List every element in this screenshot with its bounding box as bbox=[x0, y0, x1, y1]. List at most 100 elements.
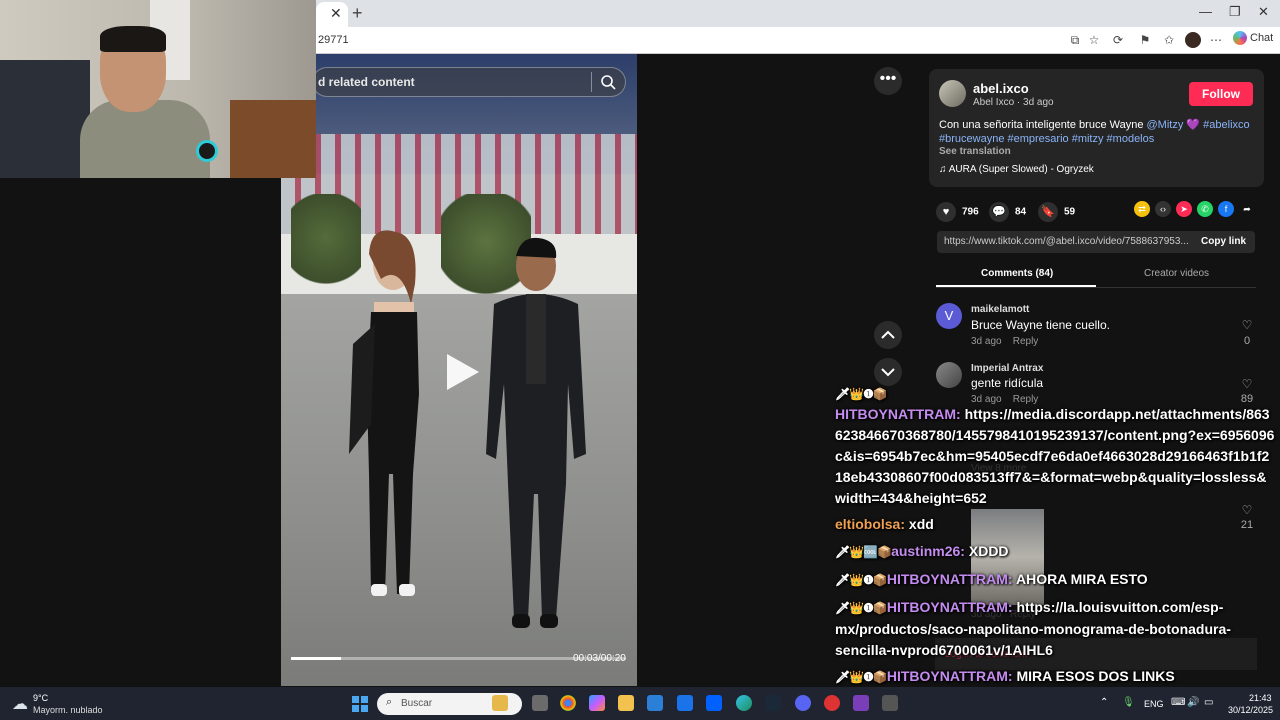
new-tab-icon[interactable]: + bbox=[352, 3, 363, 24]
copilot-app-icon[interactable] bbox=[589, 695, 605, 711]
clock-time[interactable]: 21:43 bbox=[1249, 693, 1272, 703]
video-player[interactable]: 00:03/00:20 bbox=[281, 54, 637, 686]
comment-text: Bruce Wayne tiene cuello. bbox=[971, 318, 1110, 332]
author-avatar[interactable] bbox=[939, 80, 966, 107]
dropbox-icon[interactable] bbox=[706, 695, 722, 711]
facebook-icon[interactable]: f bbox=[1218, 201, 1234, 217]
favorites-icon[interactable]: ✩ bbox=[1161, 32, 1177, 48]
webcam-desk bbox=[230, 100, 316, 178]
mail-icon[interactable] bbox=[677, 695, 693, 711]
volume-icon[interactable]: 🔊 bbox=[1187, 697, 1199, 708]
search-icon[interactable] bbox=[600, 74, 616, 90]
comment-like-icon[interactable]: ♡ bbox=[1237, 318, 1257, 332]
clock-date[interactable]: 30/12/2025 bbox=[1228, 705, 1273, 715]
extensions-icon[interactable]: ⟳ bbox=[1110, 32, 1126, 48]
store-icon[interactable] bbox=[647, 695, 663, 711]
weather-description[interactable]: Mayorm. nublado bbox=[33, 705, 103, 715]
copilot-chat-button[interactable]: Chat bbox=[1233, 31, 1275, 49]
battery-icon[interactable]: ▭ bbox=[1204, 697, 1213, 708]
discord-icon[interactable] bbox=[795, 695, 811, 711]
caption-hashtag[interactable]: #mitzy bbox=[1072, 133, 1104, 145]
chat-text: XDDD bbox=[968, 543, 1009, 559]
comment-like-count: 0 bbox=[1243, 335, 1251, 347]
chat-message: 🗡👑❶📦 bbox=[835, 383, 1275, 405]
comment-avatar[interactable]: V bbox=[936, 303, 962, 329]
comment-icon: 💬 bbox=[989, 202, 1009, 222]
close-window-icon[interactable]: ✕ bbox=[1258, 4, 1269, 20]
profile-avatar[interactable] bbox=[1185, 32, 1201, 48]
weather-temperature[interactable]: 9°C bbox=[33, 693, 48, 703]
tab-comments[interactable]: Comments (84) bbox=[981, 268, 1053, 279]
chat-badges: 🗡👑❶📦 bbox=[835, 670, 888, 684]
chat-badges: 🗡👑❶📦 bbox=[835, 601, 888, 615]
file-explorer-icon[interactable] bbox=[618, 695, 634, 711]
like-button[interactable]: ♥ 796 bbox=[936, 202, 979, 222]
chat-username: eltiobolsa: bbox=[835, 516, 906, 532]
taskbar bbox=[0, 687, 1280, 720]
video-link-url[interactable]: https://www.tiktok.com/@abel.ixco/video/… bbox=[944, 236, 1192, 247]
chat-message: 🗡👑❶📦HITBOYNATTRAM: AHORA MIRA ESTO bbox=[835, 569, 1275, 591]
copy-link-button[interactable]: Copy link bbox=[1201, 236, 1246, 247]
comment-button[interactable]: 💬 84 bbox=[989, 202, 1026, 222]
search-divider bbox=[591, 72, 592, 92]
save-button[interactable]: 🔖 59 bbox=[1038, 202, 1075, 222]
chat-message: 🗡👑🆒📦austinm26: XDDD bbox=[835, 541, 1275, 563]
chat-message: 🗡👑❶📦HITBOYNATTRAM: https://la.louisvuitt… bbox=[835, 597, 1275, 661]
caption-hashtag[interactable]: #empresario bbox=[1008, 133, 1069, 145]
tab-separator bbox=[936, 287, 1256, 288]
chat-text: AHORA MIRA ESTO bbox=[1015, 571, 1148, 587]
task-view-icon[interactable] bbox=[532, 695, 548, 711]
comment-username[interactable]: Imperial Antrax bbox=[971, 363, 1043, 374]
search-highlight-icon[interactable] bbox=[492, 695, 508, 711]
edge-icon[interactable] bbox=[736, 695, 752, 711]
split-screen-icon[interactable]: ⚑ bbox=[1137, 32, 1153, 48]
caption-hashtag[interactable]: #modelos bbox=[1107, 133, 1155, 145]
input-language[interactable]: ENG bbox=[1144, 699, 1164, 709]
minimize-icon[interactable]: — bbox=[1199, 4, 1212, 19]
favorite-star-icon[interactable]: ☆ bbox=[1086, 32, 1102, 48]
follow-button[interactable]: Follow bbox=[1189, 82, 1253, 106]
cloud-icon[interactable]: ☁ bbox=[12, 694, 28, 714]
more-menu-icon[interactable]: ⋯ bbox=[1208, 32, 1224, 48]
comment-username[interactable]: maikelamott bbox=[971, 304, 1029, 315]
save-count: 59 bbox=[1064, 206, 1076, 218]
previous-video-button[interactable] bbox=[874, 321, 902, 349]
chat-badges: 🗡👑🆒📦 bbox=[835, 545, 892, 559]
twitch-icon[interactable] bbox=[853, 695, 869, 711]
chevron-up-icon[interactable]: ⌃ bbox=[1100, 697, 1108, 708]
reply-link[interactable]: Reply bbox=[1013, 336, 1039, 347]
share-icon[interactable]: ➦ bbox=[1239, 201, 1255, 217]
play-icon[interactable] bbox=[439, 350, 483, 394]
install-app-icon[interactable]: ⧉ bbox=[1067, 32, 1083, 48]
more-options-button[interactable]: ••• bbox=[874, 67, 902, 95]
caption-hashtag[interactable]: #abelixco bbox=[1203, 119, 1249, 131]
chat-badges: 🗡👑❶📦 bbox=[835, 573, 888, 587]
whatsapp-icon[interactable]: ✆ bbox=[1197, 201, 1213, 217]
music-link[interactable]: ♫ AURA (Super Slowed) - Ogryzek bbox=[939, 164, 1094, 175]
caption-text: Con una señorita inteligente bruce Wayne bbox=[939, 119, 1147, 131]
video-time: 00:03/00:20 bbox=[573, 653, 626, 664]
tab-creator-videos[interactable]: Creator videos bbox=[1144, 268, 1209, 279]
next-video-button[interactable] bbox=[874, 358, 902, 386]
app-icon[interactable] bbox=[882, 695, 898, 711]
steam-icon[interactable] bbox=[765, 695, 781, 711]
restore-icon[interactable]: ❐ bbox=[1229, 4, 1241, 20]
music-title: AURA (Super Slowed) - Ogryzek bbox=[948, 164, 1094, 175]
microphone-icon[interactable]: 🎙 bbox=[1122, 697, 1135, 708]
caption-mention[interactable]: @Mitzy bbox=[1147, 119, 1184, 131]
network-icon[interactable]: ⌨ bbox=[1171, 697, 1185, 708]
video-woman-figure bbox=[349, 230, 419, 596]
search-icon: ⌕ bbox=[386, 696, 393, 708]
chat-message: 🗡👑❶📦HITBOYNATTRAM: MIRA ESOS DOS LINKS bbox=[835, 666, 1275, 688]
see-translation-link[interactable]: See translation bbox=[939, 146, 1011, 157]
obs-icon[interactable] bbox=[824, 695, 840, 711]
windows-start-icon[interactable] bbox=[352, 696, 368, 712]
caption-hashtag[interactable]: #brucewayne bbox=[939, 133, 1004, 145]
send-icon[interactable]: ➤ bbox=[1176, 201, 1192, 217]
repost-icon[interactable]: ⇄ bbox=[1134, 201, 1150, 217]
chrome-icon[interactable] bbox=[560, 695, 576, 711]
embed-icon[interactable]: ‹› bbox=[1155, 201, 1171, 217]
close-tab-icon[interactable]: ✕ bbox=[330, 5, 342, 22]
url-text[interactable]: 29771 bbox=[318, 34, 349, 46]
author-handle[interactable]: abel.ixco bbox=[973, 81, 1029, 96]
